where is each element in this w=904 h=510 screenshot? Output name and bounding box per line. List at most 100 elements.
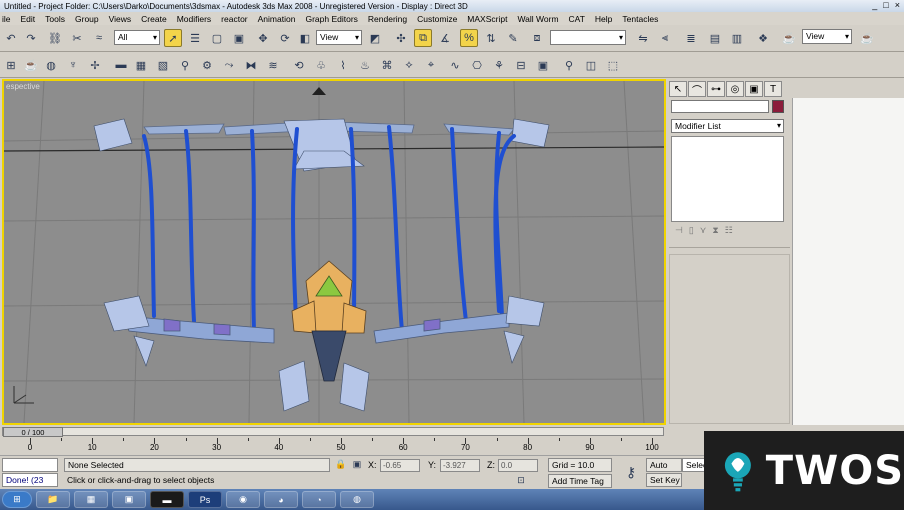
menu-views[interactable]: Views (109, 14, 132, 24)
tool-sphere-icon[interactable]: ◍ (42, 56, 60, 74)
tool-stack-icon[interactable]: ▦ (132, 56, 150, 74)
time-slider-thumb[interactable]: 0 / 100 (3, 427, 63, 437)
tool-twist-icon[interactable]: ⟲ (290, 56, 308, 74)
time-tag-icon[interactable]: ⊡ (514, 473, 528, 488)
motion-tab-icon[interactable]: ◎ (726, 81, 744, 97)
pivot-center-icon[interactable]: ◩ (366, 29, 384, 47)
named-selection-dropdown[interactable] (550, 30, 626, 45)
frame-ruler[interactable]: 0 10 20 30 40 50 60 70 80 90 100 (2, 438, 664, 454)
add-time-tag-button[interactable]: Add Time Tag (548, 474, 612, 488)
snaps-toggle-icon[interactable]: ⧉ (414, 29, 432, 47)
close-button[interactable]: × (895, 0, 900, 10)
material-editor-icon[interactable]: ❖ (754, 29, 772, 47)
tool-taper-icon[interactable]: ♧ (312, 56, 330, 74)
tool-grid-icon[interactable]: ⊞ (2, 56, 20, 74)
menu-cat[interactable]: CAT (569, 14, 585, 24)
tool-path-icon[interactable]: ∿ (446, 56, 464, 74)
rectangular-selection-icon[interactable]: ▢ (208, 29, 226, 47)
perspective-viewport[interactable]: espective (2, 79, 666, 425)
render-view-dropdown[interactable]: View (802, 29, 852, 44)
create-tab-icon[interactable]: ↖ (669, 81, 687, 97)
object-color-swatch[interactable] (772, 100, 784, 113)
menu-reactor[interactable]: reactor (221, 14, 247, 24)
remove-modifier-icon[interactable]: ⧗ (712, 225, 718, 239)
set-key-button[interactable]: Set Key (646, 473, 682, 487)
tool-panel-icon[interactable]: ▣ (534, 56, 552, 74)
tool-shapes-icon[interactable]: ♆ (64, 56, 82, 74)
selection-filter-dropdown[interactable]: All (114, 30, 160, 45)
tool-chart-icon[interactable]: ▧ (154, 56, 172, 74)
hierarchy-tab-icon[interactable]: ⊶ (707, 81, 725, 97)
reference-coord-dropdown[interactable]: View (316, 30, 362, 45)
utilities-tab-icon[interactable]: T (764, 81, 782, 97)
key-filter-dropdown[interactable]: Selec (682, 458, 707, 472)
start-button-icon[interactable]: ⊞ (2, 491, 32, 508)
menu-animation[interactable]: Animation (258, 14, 296, 24)
tool-teapot-icon[interactable]: ☕ (22, 56, 40, 74)
select-object-icon[interactable]: ➚ (164, 29, 182, 47)
tool-bend-icon[interactable]: ⤳ (220, 56, 238, 74)
tool-ffd-icon[interactable]: ⧓ (242, 56, 260, 74)
minimize-button[interactable]: _ (872, 0, 877, 10)
taskbar-cmd-icon[interactable]: ▬ (150, 491, 184, 508)
key-icon[interactable]: ⚷ (620, 462, 642, 482)
align-icon[interactable]: ⫷ (656, 29, 674, 47)
layer-manager-icon[interactable]: ≣ (682, 29, 700, 47)
configure-sets-icon[interactable]: ☷ (725, 225, 733, 239)
taskbar-unity-icon[interactable]: ◉ (226, 491, 260, 508)
auto-key-button[interactable]: Auto Key (646, 458, 682, 482)
tool-melt-icon[interactable]: ♨ (356, 56, 374, 74)
tool-hair-icon[interactable]: ⚘ (490, 56, 508, 74)
menu-edit[interactable]: Edit (21, 14, 36, 24)
x-coordinate-field[interactable]: -0.65 (380, 459, 420, 472)
tool-morph-icon[interactable]: ⌖ (422, 56, 440, 74)
angle-snap-icon[interactable]: ∡ (436, 29, 454, 47)
window-crossing-icon[interactable]: ▣ (230, 29, 248, 47)
quick-render-icon[interactable]: ☕ (858, 29, 876, 47)
taskbar-gimp-icon[interactable]: ◍ (340, 491, 374, 508)
scale-icon[interactable]: ◧ (296, 29, 314, 47)
menu-graph-editors[interactable]: Graph Editors (305, 14, 357, 24)
menu-maxscript[interactable]: MAXScript (467, 14, 507, 24)
percent-snap-icon[interactable]: % (460, 29, 478, 47)
modify-tab-icon[interactable]: ⌒ (688, 81, 706, 97)
tool-skin-icon[interactable]: ⟡ (400, 56, 418, 74)
menu-file[interactable]: ile (2, 14, 11, 24)
taskbar-firefox-icon[interactable]: ◕ (264, 491, 298, 508)
menu-help[interactable]: Help (595, 14, 612, 24)
show-end-result-icon[interactable]: ▯ (689, 225, 694, 239)
z-coordinate-field[interactable]: 0.0 (498, 459, 538, 472)
tool-render-frame-icon[interactable]: ⬚ (604, 56, 622, 74)
menu-group[interactable]: Group (75, 14, 99, 24)
maximize-button[interactable]: □ (883, 0, 888, 10)
mirror-icon[interactable]: ⇋ (634, 29, 652, 47)
spinner-snap-icon[interactable]: ⇅ (482, 29, 500, 47)
make-unique-icon[interactable]: ⋎ (700, 225, 707, 239)
tool-slice-icon[interactable]: ⊟ (512, 56, 530, 74)
redo-icon[interactable]: ↷ (22, 29, 40, 47)
y-coordinate-field[interactable]: -3.927 (440, 459, 480, 472)
tool-magnifier-icon[interactable]: ⚲ (176, 56, 194, 74)
menu-customize[interactable]: Customize (417, 14, 457, 24)
select-and-link-icon[interactable]: ⛓ (46, 29, 64, 47)
manipulate-icon[interactable]: ✣ (392, 29, 410, 47)
edit-named-selection-icon[interactable]: ✎ (504, 29, 522, 47)
display-tab-icon[interactable]: ▣ (745, 81, 763, 97)
taskbar-3dsmax-icon[interactable]: ▦ (74, 491, 108, 508)
menu-modifiers[interactable]: Modifiers (177, 14, 211, 24)
pin-stack-icon[interactable]: ⊣ (675, 225, 683, 239)
bind-to-space-warp-icon[interactable]: ≈ (90, 29, 108, 47)
absolute-mode-icon[interactable]: ▣ (350, 456, 364, 472)
tool-zoom-icon[interactable]: ⚲ (560, 56, 578, 74)
taskbar-photoshop-icon[interactable]: Ps (188, 491, 222, 508)
object-name-field[interactable] (671, 100, 769, 113)
unlink-icon[interactable]: ✂ (68, 29, 86, 47)
menu-tentacles[interactable]: Tentacles (622, 14, 658, 24)
menu-wall-worm[interactable]: Wall Worm (517, 14, 558, 24)
schematic-view-icon[interactable]: ▥ (728, 29, 746, 47)
tool-cloth-icon[interactable]: ⎔ (468, 56, 486, 74)
taskbar-blender-icon[interactable]: ◔ (302, 491, 336, 508)
tool-camera-icon[interactable]: ◫ (582, 56, 600, 74)
tool-wave-icon[interactable]: ≋ (264, 56, 282, 74)
time-slider[interactable]: 0 / 100 (2, 427, 664, 437)
